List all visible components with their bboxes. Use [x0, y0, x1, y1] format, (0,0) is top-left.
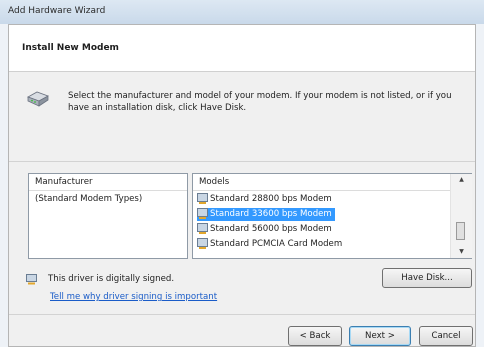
- driver-signing-link[interactable]: Tell me why driver signing is important: [50, 292, 217, 302]
- manufacturer-item[interactable]: (Standard Modem Types): [35, 194, 142, 204]
- cancel-button[interactable]: Cancel: [419, 326, 473, 346]
- vertical-scrollbar[interactable]: ▲ ▼: [450, 174, 472, 258]
- model-label: Standard 33600 bps Modem: [210, 209, 332, 219]
- list-item[interactable]: Standard 56000 bps Modem: [197, 223, 335, 236]
- manufacturer-column-header[interactable]: Manufacturer: [29, 174, 187, 191]
- scroll-down-icon[interactable]: ▼: [451, 246, 472, 258]
- model-label: Standard 28800 bps Modem: [210, 194, 332, 204]
- model-label: Standard PCMCIA Card Modem: [210, 239, 343, 249]
- scrollbar-thumb[interactable]: [456, 222, 465, 240]
- driver-signed-status: This driver is digitally signed.: [48, 274, 175, 284]
- modem-icon: [27, 91, 49, 107]
- model-icon: [197, 208, 208, 219]
- window-title: Add Hardware Wizard: [8, 6, 106, 16]
- next-button[interactable]: Next >: [349, 326, 411, 346]
- back-button[interactable]: < Back: [288, 326, 342, 346]
- scroll-up-icon[interactable]: ▲: [451, 174, 472, 186]
- model-icon: [197, 193, 208, 204]
- models-list[interactable]: Models Standard 28800 bps Modem Standard…: [192, 173, 472, 259]
- list-item[interactable]: Standard PCMCIA Card Modem: [197, 238, 345, 251]
- divider: [9, 161, 475, 162]
- model-icon: [197, 238, 208, 249]
- list-item[interactable]: Standard 28800 bps Modem: [197, 193, 335, 206]
- signed-driver-icon: [26, 274, 37, 285]
- models-column-header[interactable]: Models: [193, 174, 457, 191]
- divider: [9, 314, 475, 315]
- instruction-text: Select the manufacturer and model of you…: [68, 91, 452, 113]
- page-title: Install New Modem: [22, 43, 119, 53]
- have-disk-button[interactable]: Have Disk...: [382, 268, 472, 288]
- manufacturer-list[interactable]: Manufacturer (Standard Modem Types): [28, 173, 188, 259]
- model-label: Standard 56000 bps Modem: [210, 224, 332, 234]
- model-icon: [197, 223, 208, 234]
- list-item-selected[interactable]: Standard 33600 bps Modem: [197, 208, 335, 221]
